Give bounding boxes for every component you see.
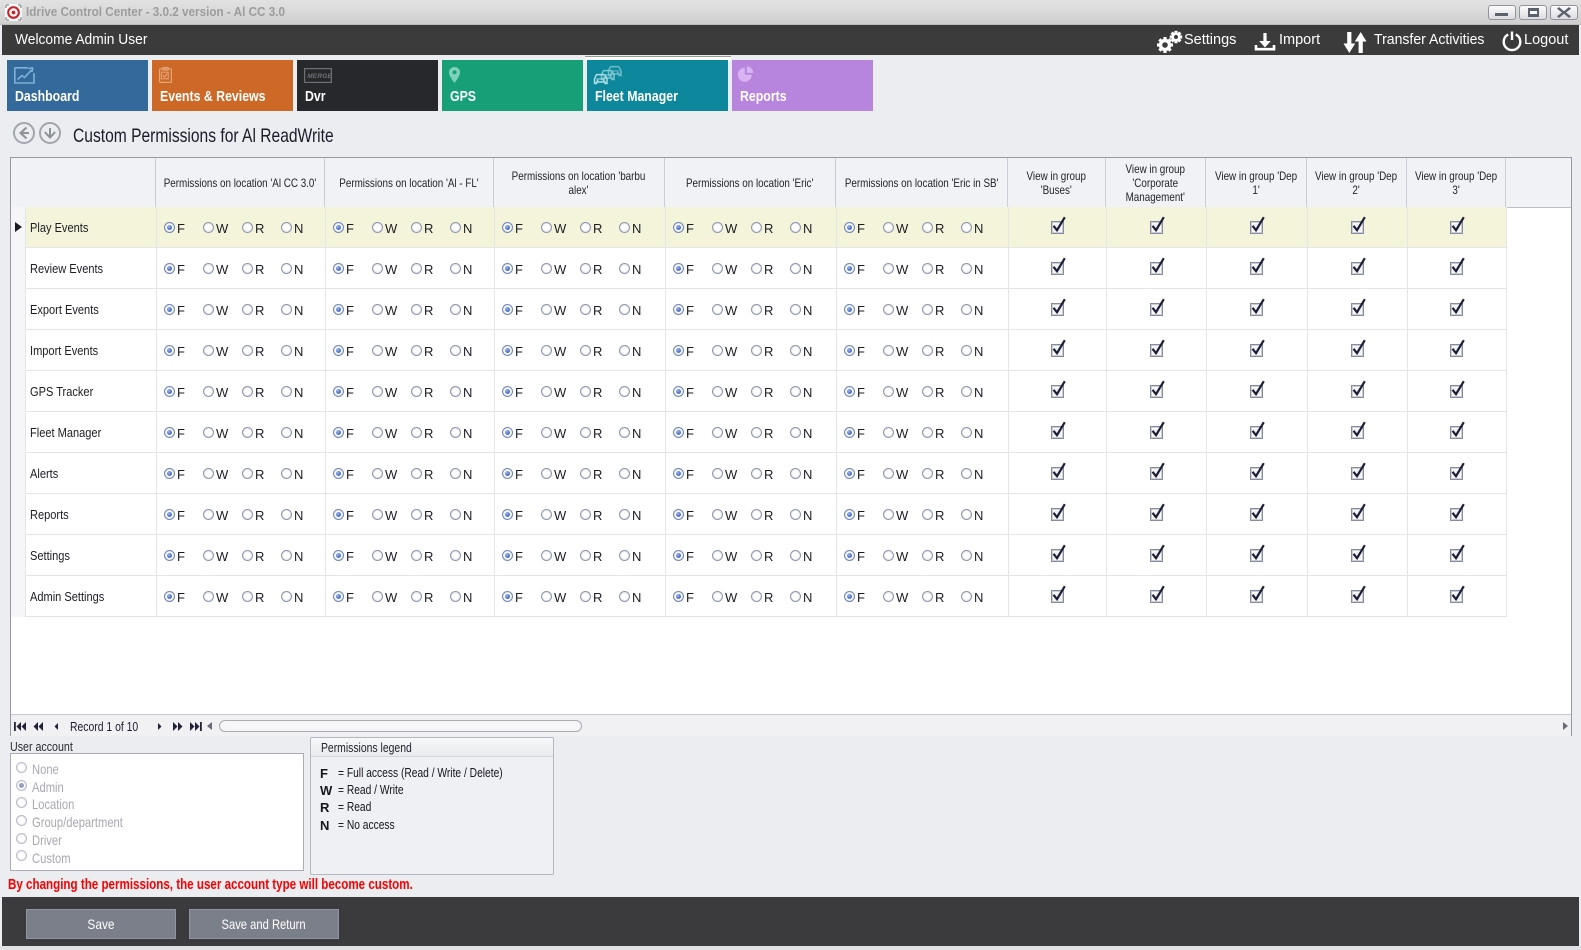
svg-text:MERGE: MERGE (307, 73, 332, 80)
